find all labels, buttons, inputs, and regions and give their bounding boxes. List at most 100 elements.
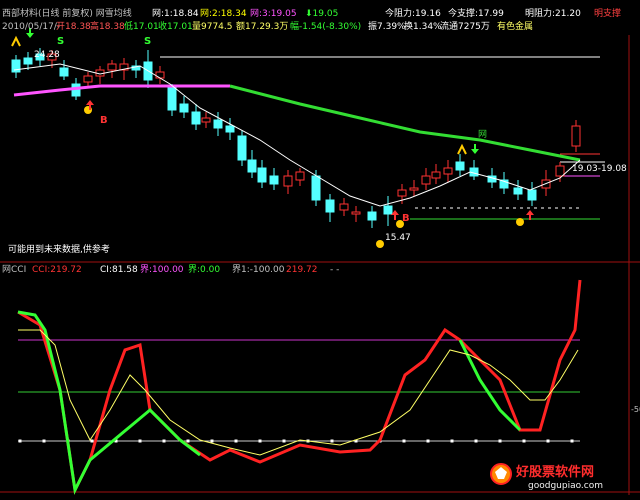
candle-body [325, 199, 335, 213]
header-item-8: 明支撑 [594, 9, 622, 19]
cci-axis-label: -50 [631, 405, 640, 414]
candle-body [201, 117, 211, 123]
band-dot [210, 439, 214, 443]
band-dot [474, 439, 478, 443]
band-zero: 界:0.00 [188, 265, 221, 275]
cci-dashes: - - [330, 265, 340, 275]
band-dot [522, 439, 526, 443]
quote-amount: 额17.29.3万 [236, 22, 289, 32]
quote-open: 开18.38 [56, 22, 91, 32]
band-dot [282, 439, 286, 443]
band-dot [498, 439, 502, 443]
candle-body [213, 119, 223, 129]
candle-body [351, 211, 361, 215]
candlesticks [11, 48, 581, 228]
low-marker: 15.47 [385, 233, 411, 243]
net-label: 网 [478, 130, 488, 140]
candle-body [409, 187, 419, 191]
high-marker: 24.28 [34, 50, 60, 60]
candle-body [311, 175, 321, 201]
ma-magenta-line [13, 84, 230, 97]
candle-body [339, 203, 349, 211]
band-dot [18, 439, 22, 443]
candle-body [443, 167, 453, 175]
candle-body [431, 171, 441, 179]
quote-amplitude: 振7.39% [368, 22, 406, 32]
quote-turnover: 换1.34% [404, 22, 442, 32]
candle-body [367, 211, 377, 221]
candle-body [397, 189, 407, 197]
future-data-note: 可能用到未来数据,供参考 [8, 245, 110, 255]
band-dot [546, 439, 550, 443]
quote-change: 幅-1.54(-8.30%) [290, 22, 362, 32]
candle-body [23, 57, 33, 65]
header-item-1: 网:1:18.84 [152, 9, 199, 19]
band-dot [570, 439, 574, 443]
candle-body [269, 175, 279, 185]
sell-signal-1: S [57, 36, 65, 47]
candle-body [257, 167, 267, 183]
header-item-2: 网:2:18.34 [200, 9, 247, 19]
band-dot [162, 439, 166, 443]
band-dot [234, 439, 238, 443]
down-arrow-icon [471, 144, 479, 154]
band-lower: 界1:-100.00 [232, 265, 285, 275]
buy-signal-1: B [100, 115, 108, 126]
header-item-5: 今阻力:19.16 [385, 9, 441, 19]
candle-body [513, 187, 523, 195]
watermark-url: goodgupiao.com [528, 481, 604, 491]
trend-green-line [229, 84, 581, 162]
band-dot [330, 439, 334, 443]
candle-body [191, 111, 201, 125]
candle-body [555, 165, 565, 177]
quote-high: 高18.38 [90, 22, 125, 32]
band-dot [258, 439, 262, 443]
bull-logo-icon [490, 463, 512, 485]
quote-date: 2010/05/17/- [2, 22, 61, 32]
candle-body [527, 189, 537, 201]
quote-close: 收17.01 [158, 22, 193, 32]
candle-body [167, 87, 177, 111]
candle-body [83, 75, 93, 83]
candle-body [421, 175, 431, 185]
buy-signal-2: B [402, 213, 410, 224]
runner-icon [457, 143, 467, 155]
watermark-cn: 好股票软件网 [516, 465, 595, 480]
range-label: 19.03-19.08 [572, 164, 627, 174]
coin-icon [376, 240, 384, 248]
candle-body [155, 71, 165, 79]
candle-body [247, 159, 257, 173]
band-dot [402, 439, 406, 443]
chart-title: 西部材料(日线 前复权) 网雪均线 [2, 9, 132, 19]
band-dot [138, 439, 142, 443]
header-item-3: 网:3:19.05 [250, 9, 297, 19]
candle-body [383, 205, 393, 215]
candle-body [179, 103, 189, 113]
candle-body [283, 175, 293, 187]
candle-body [571, 125, 581, 147]
band-dot [186, 439, 190, 443]
cci-name: 网CCI [2, 265, 27, 275]
ci-value: CI:81.58 [100, 265, 138, 275]
quote-low: 低17.01 [124, 22, 159, 32]
band-dot [90, 439, 94, 443]
quote-sector: 有色金属 [497, 22, 534, 32]
candle-body [455, 161, 465, 171]
coin-icon [516, 218, 524, 226]
candle-body [237, 135, 247, 161]
header-item-6: 今支撑:17.99 [448, 9, 504, 19]
band-dot [450, 439, 454, 443]
quote-volume: 量9774.5 [192, 22, 233, 32]
quote-float: 流通7275万 [440, 22, 490, 32]
runner-icon [11, 35, 21, 47]
candle-body [59, 67, 69, 77]
candle-body [225, 125, 235, 133]
watermark-logo: 好股票软件网 goodgupiao.com [490, 457, 638, 495]
band-dot [426, 439, 430, 443]
header-item-7: 明阻力:21.20 [525, 9, 581, 19]
cci-right-value: 219.72 [286, 265, 318, 275]
header-item-4: ⬇19.05 [305, 9, 339, 19]
sell-signal-2: S [144, 36, 152, 47]
candle-body [295, 171, 305, 181]
band-dot [42, 439, 46, 443]
